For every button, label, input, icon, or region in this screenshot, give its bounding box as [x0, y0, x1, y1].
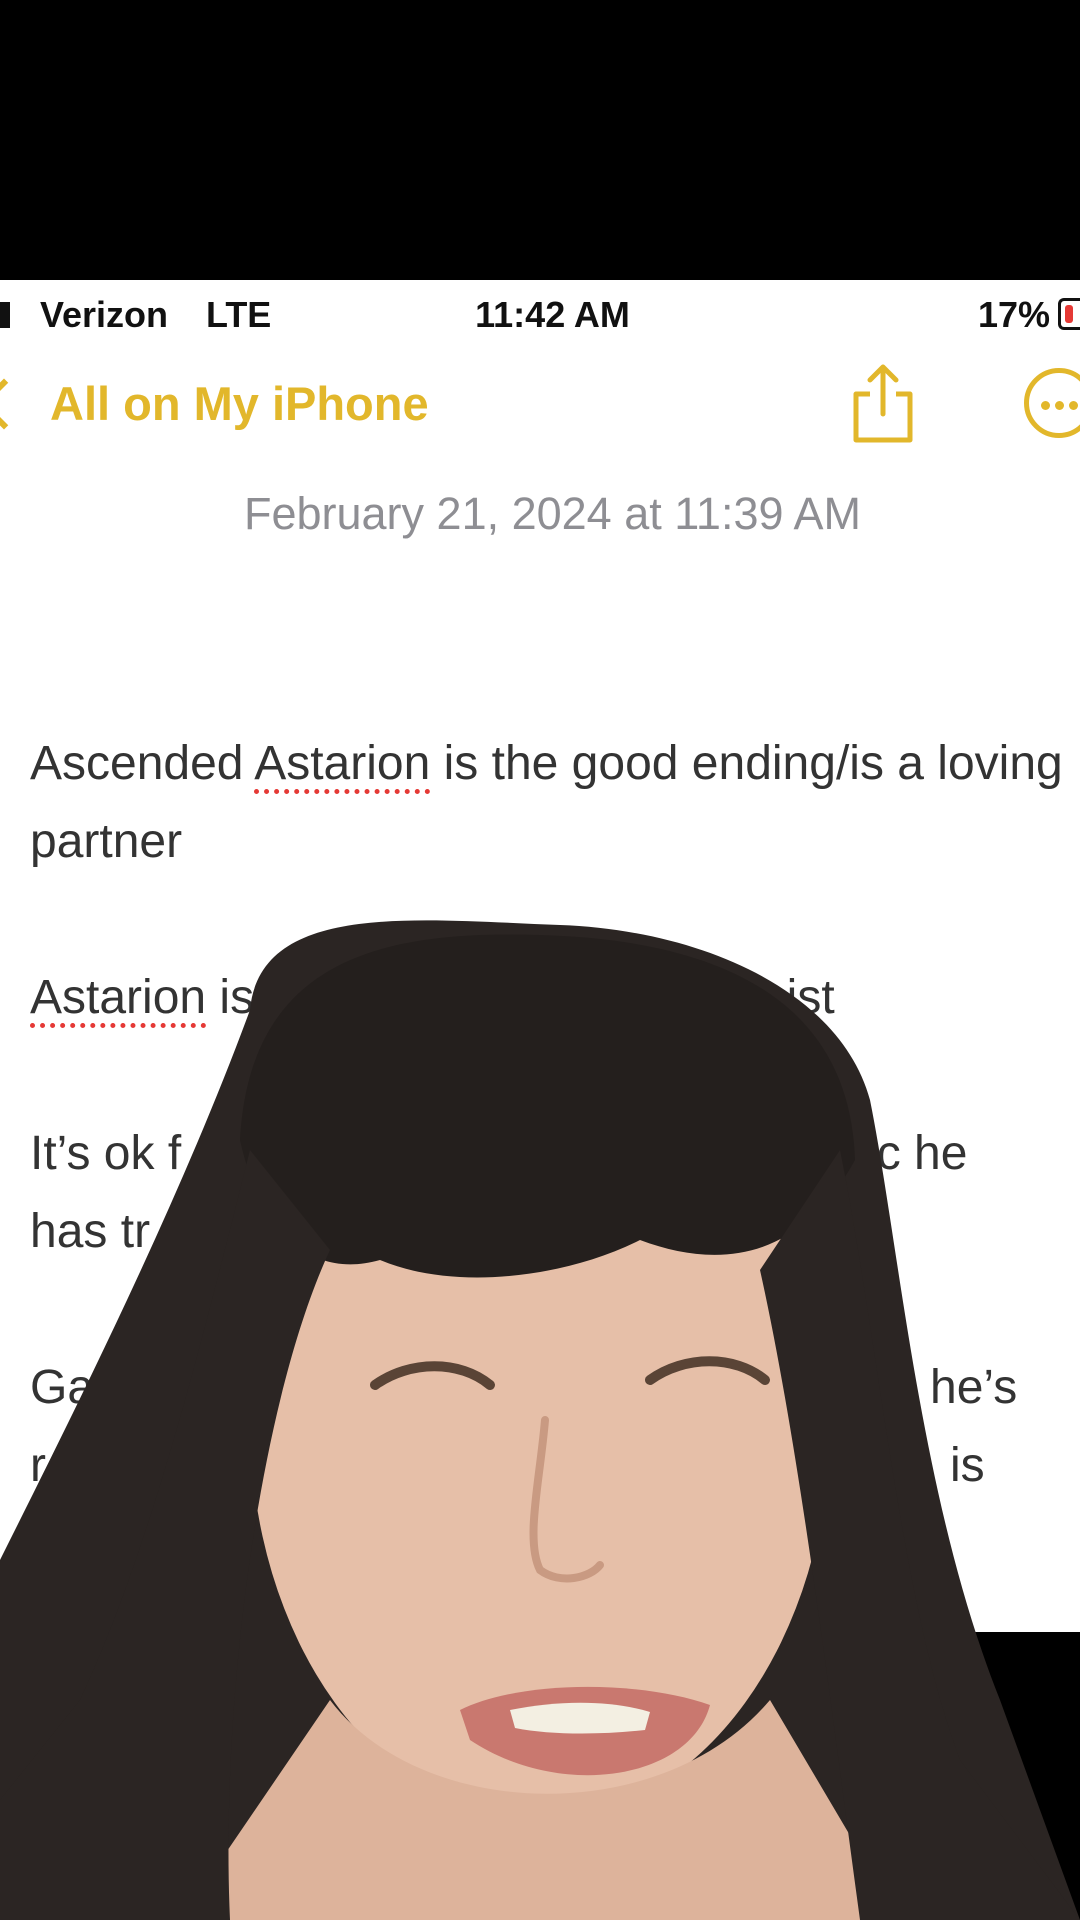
note-body[interactable]: Ascended Astarion is the good ending/is …: [30, 725, 1070, 1583]
note-text: Ga: [30, 1361, 95, 1414]
note-text: It’s ok f: [30, 1127, 182, 1180]
note-text: is: [950, 1439, 985, 1492]
note-text: has tr: [30, 1205, 151, 1258]
note-text: bc he: [850, 1127, 968, 1180]
status-bar: Verizon LTE 11:42 AM 17%: [0, 280, 1080, 348]
note-text: Ascended: [30, 737, 255, 790]
share-icon[interactable]: [848, 362, 918, 444]
note-paragraph: Astarion is ju racist: [30, 959, 1070, 1037]
ellipsis-circle-icon[interactable]: [1024, 368, 1080, 438]
letterbox-bottom: [0, 1632, 1080, 1920]
notes-screen: Verizon LTE 11:42 AM 17% All on My iPhon…: [0, 280, 1080, 1632]
note-paragraph: Ascended Astarion is the good ending/is …: [30, 725, 1070, 881]
note-text: racist: [720, 971, 835, 1024]
battery-percent: 17%: [977, 294, 1050, 335]
note-text: he’s: [930, 1361, 1018, 1414]
back-button[interactable]: All on My iPhone: [50, 376, 429, 431]
battery-icon: [1058, 298, 1080, 330]
note-paragraph: Ga he’s r is: [30, 1349, 1070, 1505]
back-chevron-icon[interactable]: [0, 378, 30, 430]
note-date: February 21, 2024 at 11:39 AM: [243, 488, 862, 539]
note-paragraph: It’s ok f bc he has tr: [30, 1115, 1070, 1271]
nav-bar: All on My iPhone: [0, 348, 1080, 458]
status-time: 11:42 AM: [475, 294, 630, 335]
misspelled-word[interactable]: Astarion: [254, 737, 430, 790]
note-text: r: [30, 1439, 46, 1492]
note-text: is ju: [206, 971, 305, 1024]
misspelled-word[interactable]: Astarion: [30, 971, 206, 1024]
